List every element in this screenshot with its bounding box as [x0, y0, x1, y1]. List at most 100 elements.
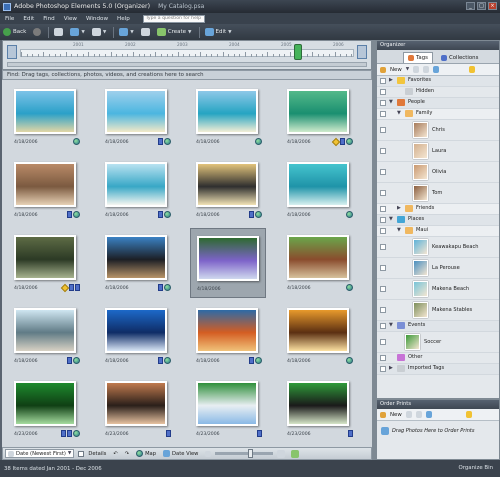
tag-row[interactable]: Hidden [377, 87, 499, 98]
tag-checkbox[interactable] [380, 148, 386, 154]
tab-collections[interactable]: Collections [437, 52, 482, 63]
pencil-icon[interactable] [423, 66, 430, 73]
tag-row[interactable]: La Perouse [377, 258, 499, 279]
edit-button[interactable]: Edit ▼ [204, 28, 232, 36]
rotate-button[interactable] [140, 28, 150, 36]
menu-window[interactable]: Window [86, 16, 108, 22]
tag-row[interactable]: ▼ Places [377, 215, 499, 226]
expand-arrow-icon[interactable]: ▶ [389, 77, 393, 83]
tag-row[interactable]: Chris [377, 120, 499, 141]
tag-row[interactable]: Tom [377, 183, 499, 204]
forward-button[interactable] [33, 28, 42, 36]
photo-thumbnail-cell[interactable]: 4/18/2006 [99, 301, 175, 371]
delete-icon[interactable] [413, 66, 420, 73]
tag-row[interactable]: ▼ People [377, 98, 499, 109]
photo-thumbnail-cell[interactable]: 4/23/2006 [8, 374, 84, 444]
menu-file[interactable]: File [5, 16, 14, 22]
tag-checkbox[interactable] [380, 244, 386, 250]
photo-thumbnail-cell[interactable]: 4/23/2006 [99, 374, 175, 444]
menu-find[interactable]: Find [43, 16, 54, 22]
map-button[interactable]: Map [136, 450, 156, 457]
tag-checkbox[interactable] [380, 100, 386, 106]
tag-checkbox[interactable] [380, 190, 386, 196]
expand-arrow-icon[interactable]: ▶ [397, 205, 401, 211]
tag-row[interactable]: Other [377, 353, 499, 364]
photo-thumbnail-cell[interactable]: 4/18/2006 [8, 82, 84, 152]
photo-thumbnail-cell[interactable]: 4/18/2006 [190, 228, 266, 298]
photo-thumbnail[interactable] [196, 162, 258, 207]
order-prints-drop-zone[interactable]: Drag Photos Here to Order Prints [377, 421, 499, 441]
photo-thumbnail[interactable] [196, 308, 258, 353]
lightbulb-icon[interactable] [469, 66, 476, 73]
photo-thumbnail[interactable] [287, 381, 349, 426]
options-icon[interactable] [425, 411, 432, 418]
photo-thumbnail-cell[interactable]: 4/18/2006 [99, 82, 175, 152]
new-tag-button[interactable]: New [390, 67, 402, 73]
help-question-input[interactable]: Type a question for help [142, 14, 205, 23]
photo-thumbnail-cell[interactable]: 4/18/2006 [190, 301, 266, 371]
small-thumbnail-icon[interactable] [205, 450, 212, 457]
expand-arrow-icon[interactable]: ▼ [397, 227, 401, 233]
close-button[interactable]: × [488, 2, 497, 10]
timeline-scroll-right-button[interactable] [357, 45, 367, 59]
tag-row[interactable]: Laura [377, 141, 499, 162]
organize-bin-button[interactable]: Organize Bin [459, 465, 493, 471]
create-button[interactable]: Create ▼ [156, 28, 192, 36]
photo-thumbnail-cell[interactable]: 4/18/2006 [190, 155, 266, 225]
tag-row[interactable]: Keawakapu Beach [377, 237, 499, 258]
tag-checkbox[interactable] [380, 169, 386, 175]
tag-checkbox[interactable] [380, 206, 386, 212]
tag-checkbox[interactable] [380, 228, 386, 234]
photo-thumbnail[interactable] [196, 89, 258, 134]
get-photos-button[interactable]: ▼ [91, 28, 106, 36]
rotate-left-button[interactable]: ↶ [113, 451, 117, 457]
rotate-right-button[interactable]: ↷ [125, 451, 129, 457]
tag-checkbox[interactable] [380, 89, 386, 95]
expand-arrow-icon[interactable]: ▼ [389, 99, 393, 105]
full-screen-icon[interactable] [291, 449, 300, 458]
expand-arrow-icon[interactable]: ▼ [397, 110, 401, 116]
photo-thumbnail[interactable] [196, 381, 258, 426]
photo-thumbnail[interactable] [287, 235, 349, 280]
pencil-icon[interactable] [415, 411, 422, 418]
minimize-button[interactable]: _ [466, 2, 475, 10]
back-button[interactable]: Back [3, 28, 26, 36]
tag-row[interactable]: Makena Beach [377, 279, 499, 300]
photo-thumbnail-cell[interactable]: 4/18/2006 [281, 301, 357, 371]
timeline-track[interactable] [20, 49, 354, 57]
share-button[interactable]: ▼ [70, 28, 85, 36]
photo-thumbnail[interactable] [105, 308, 167, 353]
timeline-selector[interactable] [293, 44, 302, 60]
photo-thumbnail[interactable] [105, 162, 167, 207]
photo-thumbnail[interactable] [287, 89, 349, 134]
maximize-button[interactable]: □ [477, 2, 486, 10]
details-checkbox[interactable]: Details [78, 450, 106, 457]
photo-thumbnail[interactable] [287, 162, 349, 207]
tag-checkbox[interactable] [380, 286, 386, 292]
menu-help[interactable]: Help [117, 16, 130, 22]
photo-thumbnail-cell[interactable]: 4/18/2006 [8, 301, 84, 371]
timeline-scrollbar[interactable] [7, 62, 367, 67]
tag-checkbox[interactable] [380, 127, 386, 133]
large-thumbnail-icon[interactable] [277, 449, 286, 458]
expand-arrow-icon[interactable]: ▶ [389, 365, 393, 371]
thumbnail-size-slider[interactable] [215, 449, 274, 458]
timeline[interactable]: 2001 2002 2003 2004 2005 2006 [2, 40, 372, 70]
tag-options-icon[interactable] [433, 66, 440, 73]
tag-row[interactable]: Soccer [377, 332, 499, 353]
photo-thumbnail[interactable] [105, 381, 167, 426]
photo-thumbnail-cell[interactable]: 4/18/2006 [281, 228, 357, 298]
date-view-button[interactable]: Date View [163, 450, 198, 457]
tag-row[interactable]: ▼ Family [377, 109, 499, 120]
photo-thumbnail-cell[interactable]: 4/18/2006 [8, 228, 84, 298]
tag-checkbox[interactable] [380, 355, 386, 361]
menu-view[interactable]: View [64, 16, 77, 22]
tag-row[interactable]: Olivia [377, 162, 499, 183]
photo-thumbnail-cell[interactable]: 4/23/2006 [190, 374, 266, 444]
tag-checkbox[interactable] [380, 323, 386, 329]
tag-checkbox[interactable] [380, 307, 386, 313]
find-bar[interactable]: Find: Drag tags, collections, photos, vi… [2, 70, 372, 80]
photo-thumbnail[interactable] [14, 235, 76, 280]
menu-edit[interactable]: Edit [23, 16, 34, 22]
tag-checkbox[interactable] [380, 78, 386, 84]
